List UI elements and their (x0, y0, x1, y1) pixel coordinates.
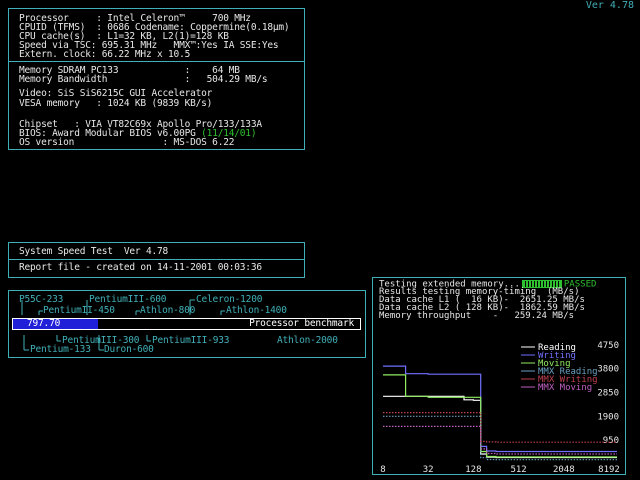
cpu-label-athlon-2000: Athlon-2000 (277, 335, 338, 346)
series-line-reading (383, 395, 617, 459)
speed-test-divider (9, 259, 304, 260)
y-tick-label: 3800 (597, 365, 619, 375)
cpu-label-pentiumiii-933: PentiumIII-933 (152, 335, 230, 346)
series-line-mmx-writing (383, 412, 617, 443)
cpu-label-athlon-800: Athlon-800 (140, 305, 196, 316)
series-line-mmx-moving (383, 425, 617, 455)
y-tick-label: 1900 (597, 412, 619, 422)
legend-label: MMX Moving (538, 383, 592, 393)
benchmark-label: Processor benchmark (249, 318, 354, 329)
speed-test-title: System Speed Test Ver 4.78 (19, 246, 169, 257)
bandwidth-line: Memory Bandwidth : 504.29 MB/s (19, 74, 268, 85)
x-tick-label: 128 (465, 465, 481, 474)
x-tick-label: 8 (380, 465, 385, 474)
clock-line: Extern. clock: 66.22 MHz x 10.5 (19, 49, 191, 60)
memory-timing-panel: Testing extended memory... PASSED Results… (372, 277, 626, 475)
speed-test-panel: System Speed Test Ver 4.78 Report file -… (8, 242, 305, 278)
cpu-label-pentiumii-450: PentiumII-450 (43, 305, 115, 316)
benchmark-panel: P55C-233 PentiumIII-600 Celeron-1200 Pen… (8, 290, 366, 358)
info-divider (9, 61, 304, 62)
x-tick-label: 512 (510, 465, 526, 474)
x-tick-label: 2048 (553, 465, 575, 474)
cpu-label-celeron-1200: Celeron-1200 (196, 294, 263, 305)
version-label: Ver 4.78 (585, 0, 634, 11)
series-line-mmx-reading (383, 415, 617, 461)
vesa-line: VESA memory : 1024 KB (9839 KB/s) (19, 98, 213, 109)
cpu-label-athlon-1400: Athlon-1400 (226, 305, 287, 316)
y-tick-label: 950 (603, 436, 619, 446)
report-file-line: Report file - created on 14-11-2001 00:0… (19, 262, 262, 273)
memory-timing-chart: 47503800285019009508 32 128 512 2048 8192Read… (380, 341, 620, 474)
y-tick-label: 4750 (597, 341, 619, 351)
system-info-panel: Processor : Intel Celeron™ 700 MHz CPUID… (8, 8, 305, 150)
cpu-label-pentiumiii-600: PentiumIII-600 (89, 294, 167, 305)
x-tick-label: 8192 (598, 465, 620, 474)
os-line: OS version : MS-DOS 6.22 (19, 137, 235, 148)
cpu-label-duron-600: Duron-600 (104, 344, 154, 355)
y-tick-label: 2850 (597, 388, 619, 398)
benchmark-value: 797.70 (27, 318, 61, 329)
x-tick-label: 32 (423, 465, 434, 474)
cpu-label-pentium-133: Pentium-133 (30, 344, 91, 355)
cpu-label-p55c-233: P55C-233 (19, 294, 64, 305)
benchmark-bar-track: 797.70 Processor benchmark (12, 318, 361, 330)
